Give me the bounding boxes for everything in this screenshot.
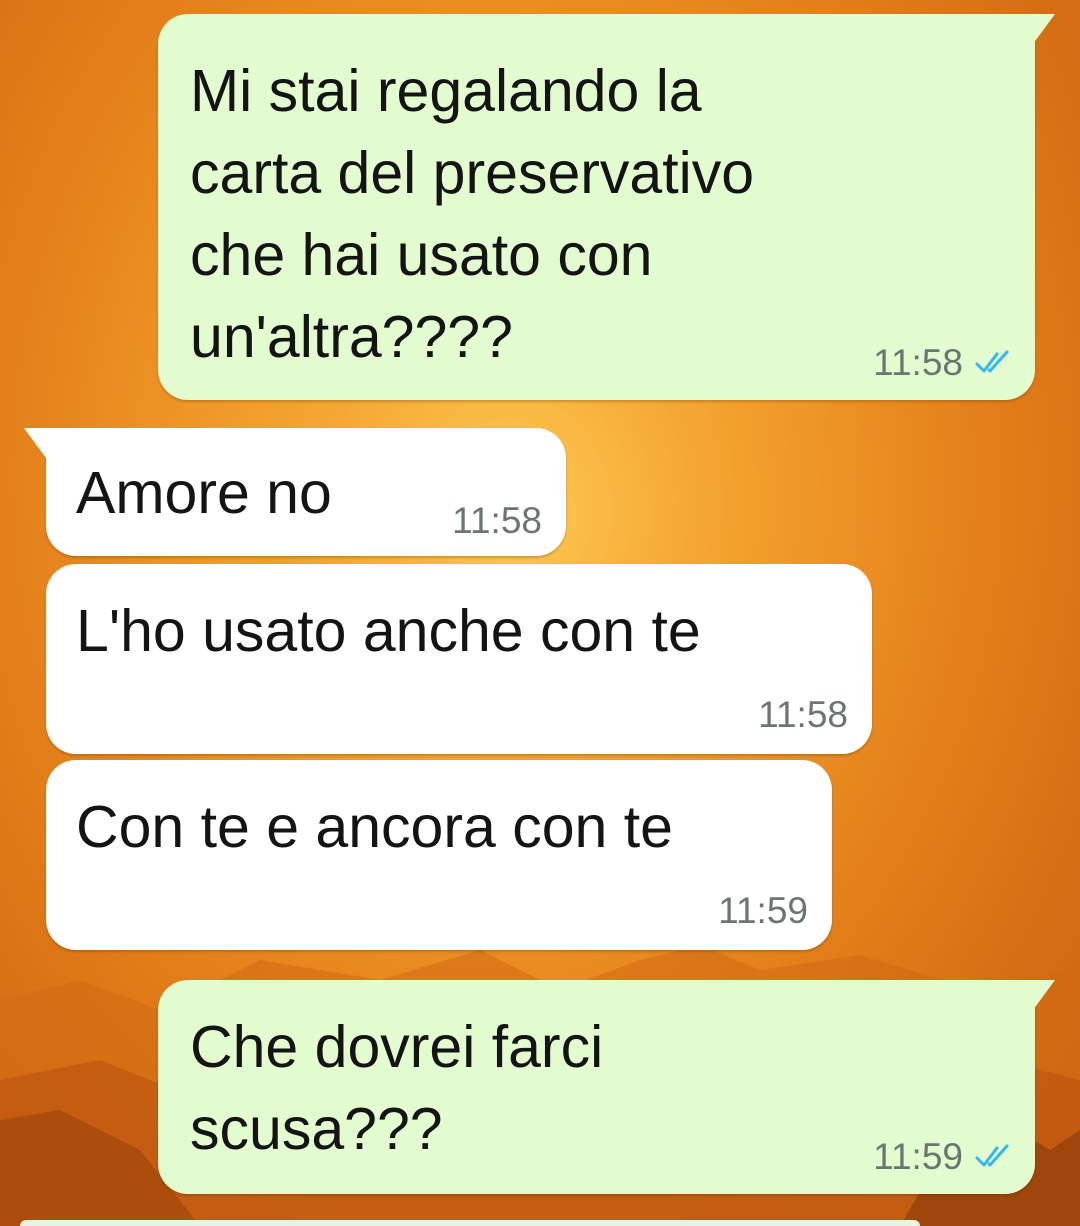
message-meta: 11:58 xyxy=(452,500,542,542)
bubble-tail xyxy=(1031,980,1055,1010)
bubble-tail xyxy=(1031,14,1055,44)
message-bubble-outgoing[interactable]: Che dovrei farci scusa??? 11:59 xyxy=(158,980,1055,1194)
message-text: Mi stai regalando la carta del preservat… xyxy=(190,58,755,370)
next-message-edge xyxy=(20,1220,920,1226)
message-bubble-incoming[interactable]: Amore no 11:58 xyxy=(24,428,566,556)
message-time: 11:59 xyxy=(873,1136,963,1177)
message-text: Con te e ancora con te xyxy=(76,794,673,860)
message-meta: 11:59 xyxy=(873,1136,1013,1178)
message-time: 11:58 xyxy=(452,500,542,541)
message-meta: 11:59 xyxy=(718,890,808,932)
message-meta: 11:58 xyxy=(758,694,848,736)
double-check-icon xyxy=(975,350,1009,373)
message-text: L'ho usato anche con te xyxy=(76,598,701,664)
message-time: 11:58 xyxy=(873,342,963,383)
bubble-tail xyxy=(24,428,48,458)
message-bubble-outgoing[interactable]: Mi stai regalando la carta del preservat… xyxy=(158,14,1055,400)
message-time: 11:58 xyxy=(758,694,848,735)
message-bubble-incoming[interactable]: Con te e ancora con te 11:59 xyxy=(46,760,832,950)
message-time: 11:59 xyxy=(718,890,808,931)
message-meta: 11:58 xyxy=(873,342,1013,384)
message-bubble-incoming[interactable]: L'ho usato anche con te 11:58 xyxy=(46,564,872,754)
double-check-icon xyxy=(975,1144,1009,1167)
